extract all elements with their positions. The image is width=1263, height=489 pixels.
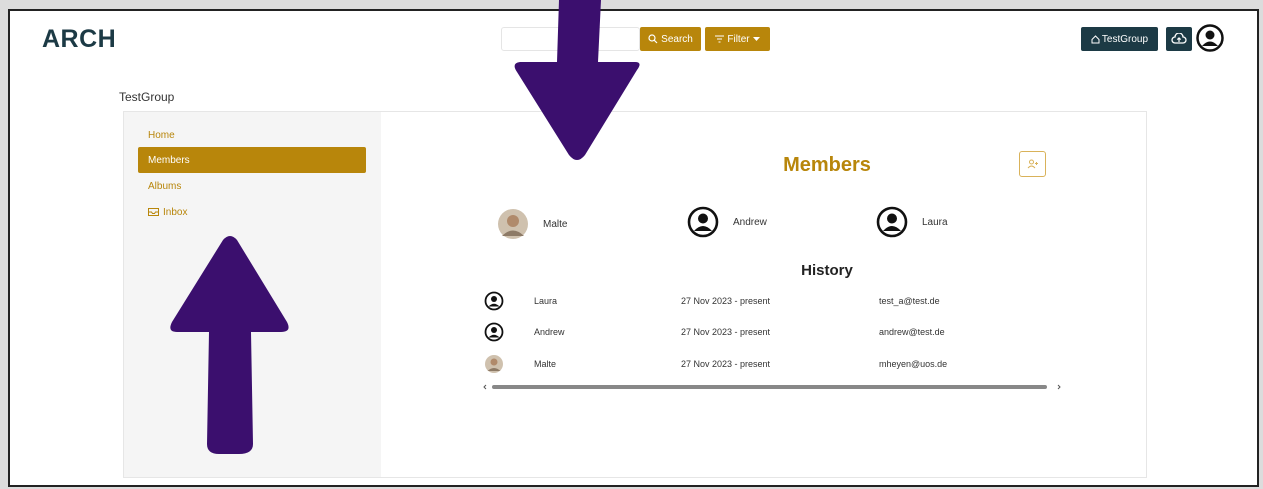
member-photo-avatar	[485, 355, 503, 373]
member-photo-avatar	[498, 209, 528, 239]
table-row: Laura 27 Nov 2023 - present test_a@test.…	[479, 290, 1039, 312]
user-avatar-icon	[484, 322, 504, 342]
search-button[interactable]: Search	[640, 27, 701, 51]
arrow-down-annotation	[514, 0, 640, 160]
history-name: Malte	[534, 359, 557, 369]
user-menu-avatar[interactable]	[1196, 24, 1224, 57]
arrow-up-annotation	[170, 236, 289, 454]
sidebar-item-label: Albums	[148, 180, 182, 192]
history-email: mheyen@uos.de	[879, 359, 948, 369]
history-period: 27 Nov 2023 - present	[681, 359, 771, 369]
table-row: Andrew 27 Nov 2023 - present andrew@test…	[479, 321, 1039, 343]
inbox-icon	[148, 208, 159, 216]
home-icon	[1091, 34, 1100, 43]
add-member-button[interactable]	[1019, 151, 1046, 177]
history-scrollbar[interactable]	[482, 384, 1061, 390]
add-member-icon	[1027, 159, 1038, 169]
history-email: test_a@test.de	[879, 296, 940, 306]
user-avatar-icon	[484, 291, 504, 311]
sidebar-item-members[interactable]: Members	[138, 147, 366, 173]
filter-icon	[715, 35, 725, 43]
history-heading: History	[801, 262, 853, 279]
member-card[interactable]: Malte	[497, 208, 567, 240]
member-card[interactable]: Laura	[876, 206, 948, 238]
member-card[interactable]: Andrew	[687, 206, 767, 238]
history-period: 27 Nov 2023 - present	[681, 296, 771, 306]
group-button[interactable]: TestGroup	[1081, 27, 1158, 51]
scrollbar-thumb[interactable]	[492, 385, 1047, 389]
history-email: andrew@test.de	[879, 327, 945, 337]
group-name: TestGroup	[119, 90, 175, 104]
member-name: Andrew	[733, 216, 767, 228]
member-name: Malte	[543, 218, 568, 230]
user-avatar-icon	[687, 206, 719, 238]
upload-button[interactable]	[1166, 27, 1192, 51]
sidebar-item-inbox[interactable]: Inbox	[138, 199, 366, 225]
search-icon	[648, 34, 658, 44]
search-button-label: Search	[661, 33, 693, 45]
history-name: Andrew	[534, 327, 565, 337]
table-row: Malte 27 Nov 2023 - present mheyen@uos.d…	[479, 353, 1039, 375]
scroll-right-icon[interactable]	[1056, 384, 1062, 390]
sidebar-item-label: Inbox	[163, 206, 188, 218]
filter-button-label: Filter	[727, 33, 750, 45]
sidebar-item-label: Home	[148, 129, 175, 141]
group-button-label: TestGroup	[1101, 33, 1149, 45]
scroll-left-icon[interactable]	[482, 384, 488, 390]
caret-down-icon	[752, 36, 760, 41]
page-title: Members	[783, 154, 871, 176]
sidebar-item-home[interactable]: Home	[138, 122, 366, 148]
app-logo[interactable]: ARCH	[42, 25, 116, 54]
sidebar-item-label: Members	[148, 154, 190, 166]
cloud-upload-icon	[1171, 33, 1187, 44]
user-avatar-icon	[876, 206, 908, 238]
history-name: Laura	[534, 296, 558, 306]
filter-button[interactable]: Filter	[705, 27, 770, 51]
sidebar-item-albums[interactable]: Albums	[138, 173, 366, 199]
user-avatar-icon	[1196, 24, 1224, 52]
history-period: 27 Nov 2023 - present	[681, 327, 771, 337]
member-name: Laura	[922, 216, 948, 228]
